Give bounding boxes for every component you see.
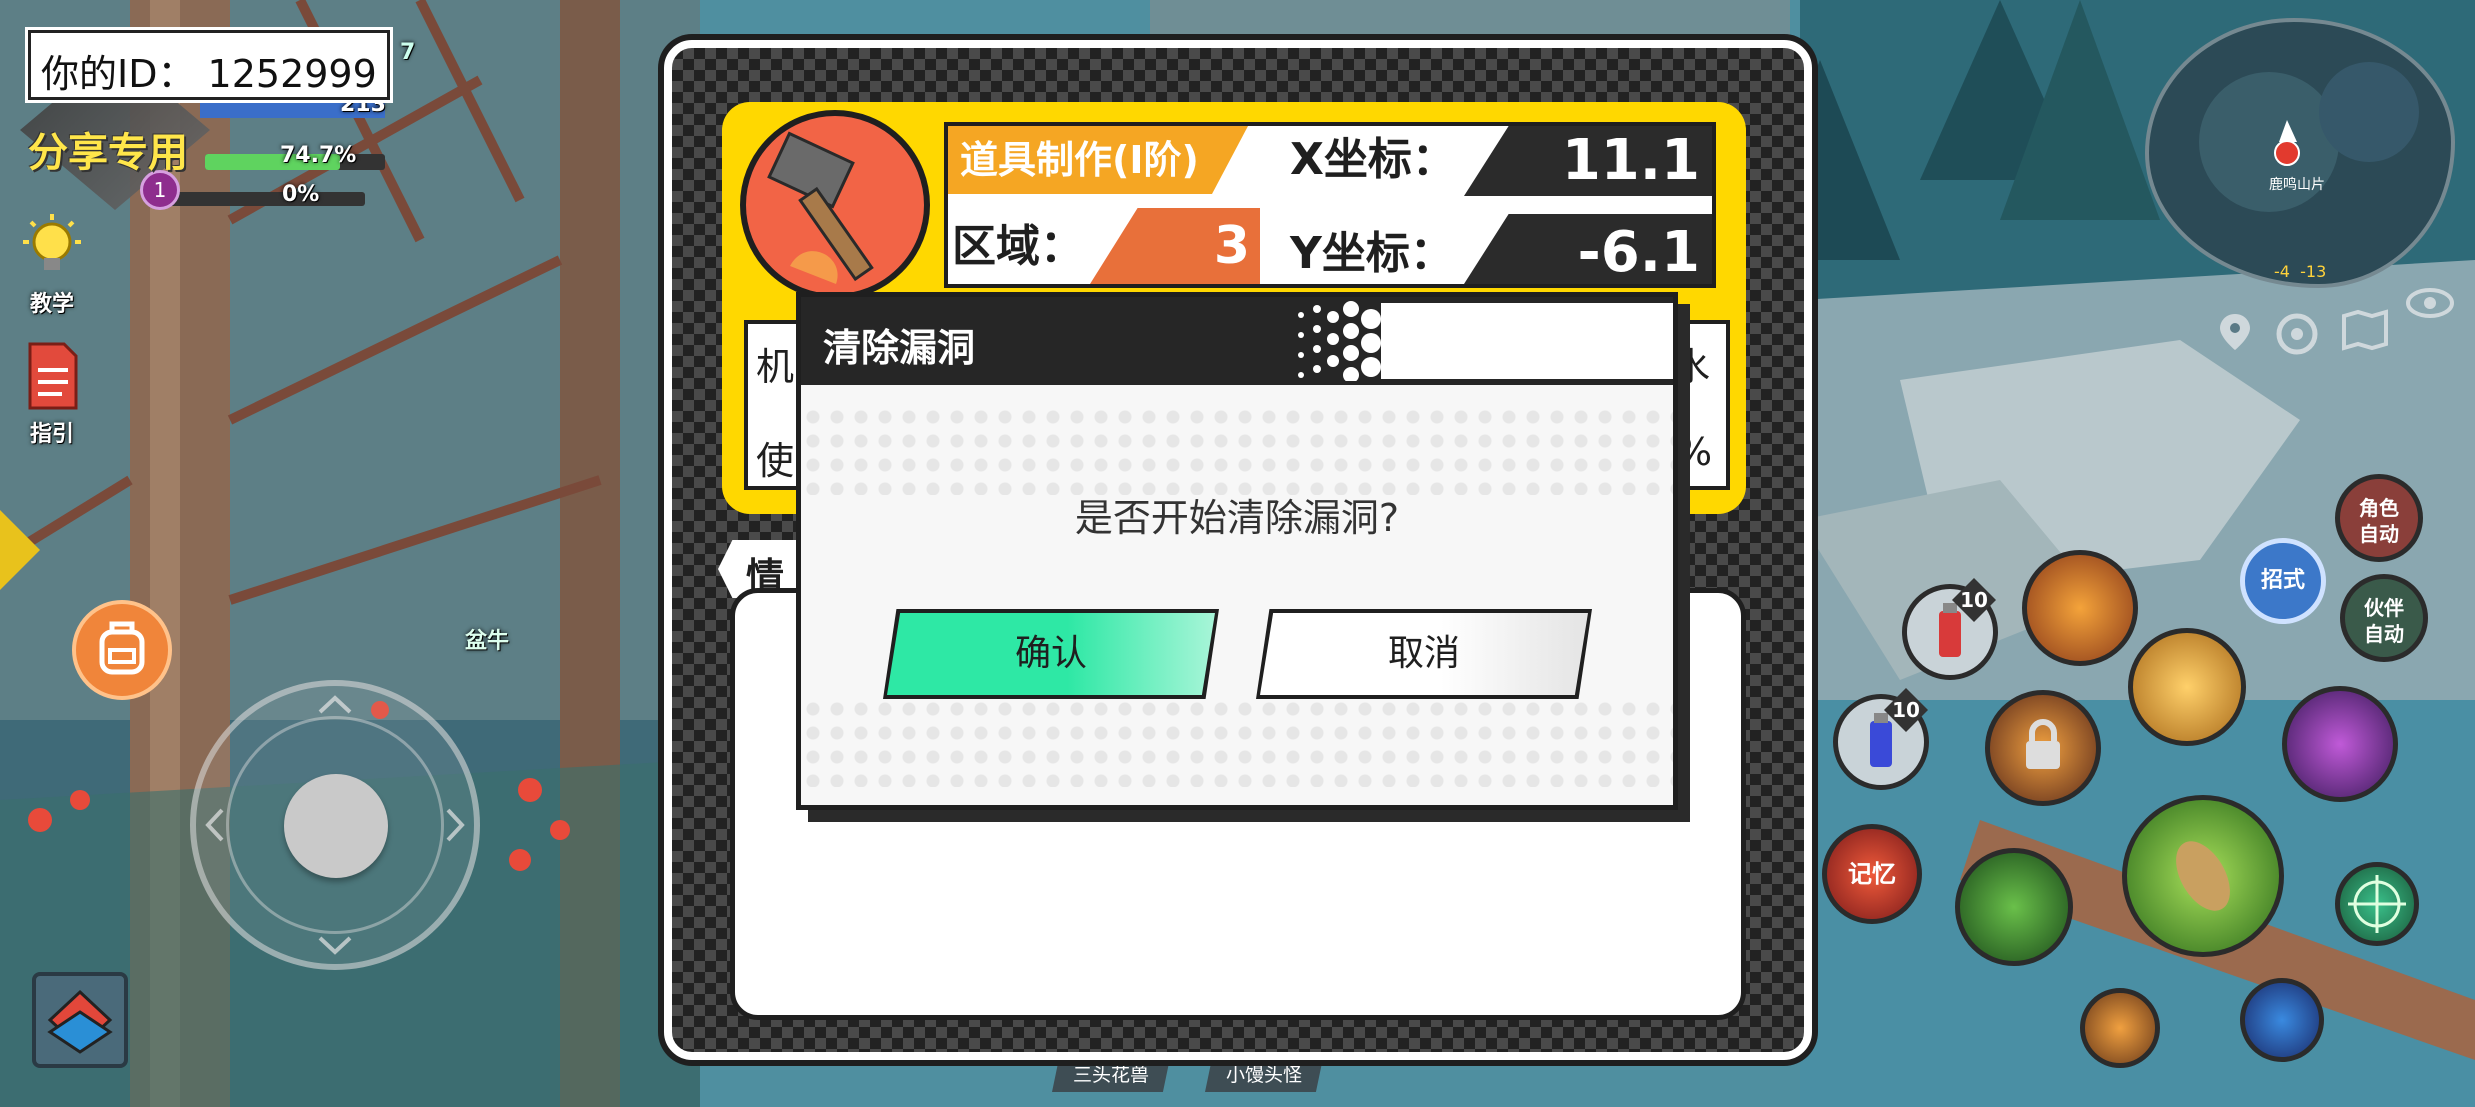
stat-row-2-value: % [1676, 430, 1713, 474]
share-only-label: 分享专用 [28, 130, 188, 176]
top-stat-a: 7 [400, 40, 416, 65]
dialog-title-right-panel [1381, 303, 1673, 379]
x-coord-value: 11.1 [1561, 128, 1700, 193]
xp-percent-text: 0% [282, 182, 320, 207]
document-icon [28, 342, 78, 410]
craft-tier-label: 道具制作(Ⅰ阶) [948, 126, 1248, 194]
main-attack-button[interactable] [2122, 795, 2284, 957]
run-button[interactable] [2080, 988, 2160, 1068]
minimap-poi-label: 鹿鸣山片 [2269, 177, 2325, 193]
virtual-joystick[interactable] [190, 680, 480, 970]
dialog-title-bar: 清除漏洞 [801, 297, 1673, 385]
guide-button[interactable]: 指引 [12, 340, 92, 447]
target-icon[interactable] [2275, 312, 2319, 356]
role-auto-button[interactable]: 角色 自动 [2335, 474, 2423, 562]
backpack-button[interactable] [72, 600, 172, 700]
skill-3-button[interactable] [2282, 686, 2398, 802]
skill-1-button[interactable] [2022, 550, 2138, 666]
tutorial-button[interactable]: 教学 [12, 212, 92, 322]
aim-button[interactable] [2335, 862, 2419, 946]
stat-row-2-label: 使 [756, 439, 795, 483]
lightbulb-icon [23, 214, 81, 270]
dodge-button[interactable] [2240, 978, 2324, 1062]
bullet-icon [2176, 841, 2230, 911]
partner-auto-button[interactable]: 伙伴 自动 [2340, 574, 2428, 662]
skill-locked-button[interactable] [1985, 690, 2101, 806]
minimap-coords: -4 -13 [2274, 262, 2327, 281]
guide-label: 指引 [29, 422, 74, 447]
location-pin-icon[interactable] [2215, 310, 2255, 354]
y-coord-value: -6.1 [1577, 220, 1700, 285]
map-layers-button[interactable] [32, 972, 128, 1068]
lock-icon [2026, 719, 2060, 769]
crosshair-icon [2348, 875, 2406, 933]
x-coord-label: X坐标： [1290, 134, 1456, 185]
y-coord-label: Y坐标： [1290, 228, 1454, 279]
map-icon[interactable] [2340, 308, 2390, 352]
world-name-label: 盆牛 [465, 629, 510, 654]
skill-4-button[interactable] [1955, 848, 2073, 966]
dialog-dot-pattern-top [801, 405, 1673, 495]
hp-percent-text: 74.7% [280, 143, 357, 168]
player-id-text: 你的ID： 1252999 [41, 52, 377, 96]
cancel-button-label: 取消 [1387, 633, 1460, 674]
dialog-title: 清除漏洞 [823, 326, 976, 370]
hammer-icon [767, 131, 874, 284]
confirm-button-label: 确认 [1014, 633, 1087, 674]
skill-2-button[interactable] [2128, 628, 2246, 746]
ultimate-button[interactable]: 招式 [2240, 538, 2326, 624]
minimap-terrain [2199, 62, 2419, 212]
confirm-button[interactable]: 确认 [883, 609, 1219, 699]
bottom-tag-0[interactable]: 三头花兽 [1052, 1058, 1170, 1092]
dialog-dot-pattern-bottom [801, 697, 1673, 787]
xp-bar [165, 192, 365, 206]
region-label: 区域： [952, 221, 1084, 272]
dialog-message: 是否开始清除漏洞? [1074, 496, 1400, 540]
tutorial-label: 教学 [29, 292, 74, 317]
memory-button[interactable]: 记忆 [1822, 824, 1922, 924]
craft-icon-circle [740, 110, 930, 300]
region-value: 3 [1213, 216, 1250, 276]
confirm-dialog: 清除漏洞 是否开始清除漏洞? 确认 取消 [796, 292, 1678, 810]
dialog-title-dots-decoration [1298, 301, 1381, 381]
layers-icon [47, 989, 113, 1054]
cancel-button[interactable]: 取消 [1256, 609, 1592, 699]
player-id-watermark: 你的ID： 1252999 [28, 30, 390, 100]
backpack-icon [99, 621, 145, 675]
eye-icon[interactable] [2405, 285, 2455, 321]
joystick-arrows-icon [205, 695, 465, 955]
minimap-quest-marker[interactable] [2274, 140, 2300, 166]
stat-row-1-label: 机 [756, 345, 795, 389]
bottom-tag-1[interactable]: 小馒头怪 [1205, 1058, 1323, 1092]
